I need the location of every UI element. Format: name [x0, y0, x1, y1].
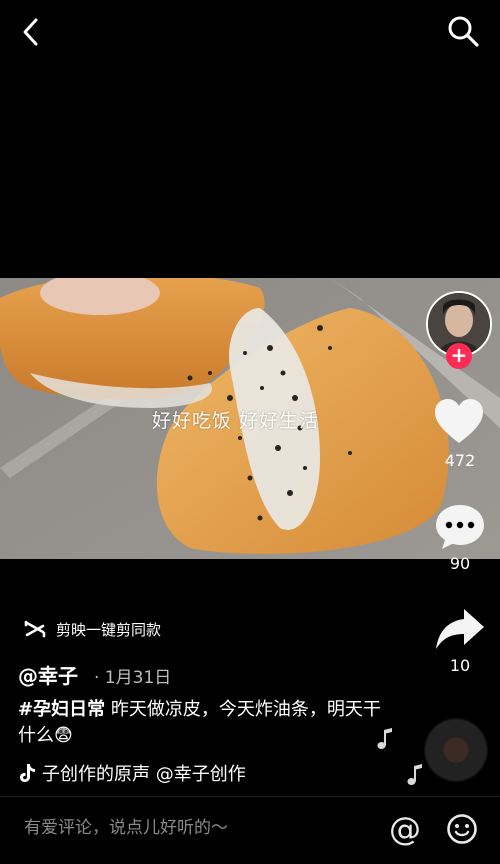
capcut-template-link[interactable]: 剪映一键剪同款	[24, 617, 161, 641]
mention-icon[interactable]: @	[388, 812, 422, 848]
music-note-icon	[377, 728, 392, 749]
follow-button[interactable]: +	[446, 343, 472, 369]
capcut-label: 剪映一键剪同款	[56, 620, 162, 639]
emoji-icon[interactable]	[446, 813, 478, 845]
post-date: · 1月31日	[94, 668, 172, 688]
like-count: 472	[444, 451, 476, 470]
hashtag-link[interactable]: #孕妇日常	[18, 699, 105, 720]
share-arrow-icon[interactable]	[434, 607, 486, 651]
comment-icon[interactable]	[434, 503, 486, 551]
comment-count: 90	[449, 554, 471, 573]
back-arrow-icon[interactable]	[14, 14, 50, 50]
music-note-icon	[407, 764, 422, 785]
music-disc[interactable]	[424, 718, 488, 782]
heart-icon[interactable]	[433, 398, 485, 446]
author-name[interactable]: @幸子	[18, 660, 78, 689]
comment-input[interactable]	[24, 818, 354, 838]
music-label: 子创作的原声 @幸子创作	[42, 764, 246, 785]
post-description: #孕妇日常 昨天做凉皮，今天炸油条，明天干什么😨	[18, 697, 390, 749]
search-icon[interactable]	[444, 12, 482, 50]
capcut-icon	[24, 620, 46, 638]
share-count: 10	[449, 656, 471, 675]
divider	[0, 796, 500, 797]
music-link[interactable]: 子创作的原声 @幸子创作	[18, 760, 280, 786]
video-overlay-text: 好好吃饭 好好生活	[152, 410, 320, 432]
tiktok-note-icon	[20, 764, 35, 782]
